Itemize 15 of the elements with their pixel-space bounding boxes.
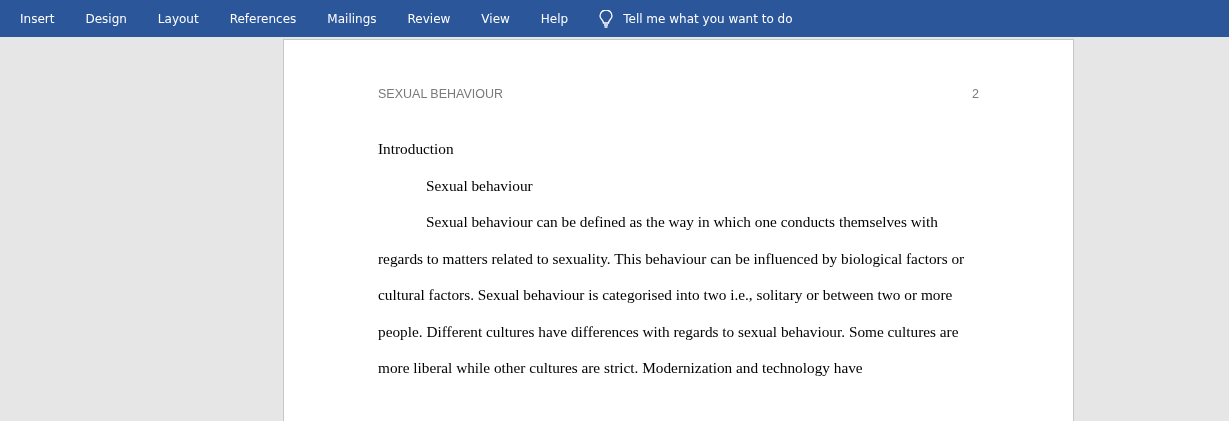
ribbon-tab[interactable]: References xyxy=(217,7,309,30)
ribbon-tab[interactable]: Help xyxy=(528,7,581,30)
page-number: 2 xyxy=(972,87,979,101)
body-paragraph: Sexual behaviour can be defined as the way in which one conducts themselves with regards to matters related to sexuality. This behaviour can be influenced by biological factors or cultural factors. Sexual behaviour is categorised into two i.e., solitary or between two or more people. Different cultures have differences with regards to sexual behaviour. Some cultures are more liberal while other cultures are strict. Modernization and technology have xyxy=(378,212,966,378)
ribbon-tab[interactable]: Insert xyxy=(8,7,67,30)
ribbon-tab[interactable]: Mailings xyxy=(315,7,389,30)
tell-me-search[interactable]: Tell me what you want to do xyxy=(623,11,793,26)
ribbon-tab[interactable]: Review xyxy=(395,7,463,30)
lightbulb-icon xyxy=(599,9,614,28)
ribbon-tab[interactable]: View xyxy=(469,7,522,30)
ribbon-tab[interactable]: Layout xyxy=(145,7,211,30)
ribbon-tab[interactable]: Design xyxy=(73,7,139,30)
subsection-heading: Sexual behaviour xyxy=(425,175,534,196)
section-heading: Introduction xyxy=(378,139,455,159)
header-title: SEXUAL BEHAVIOUR xyxy=(378,87,504,101)
